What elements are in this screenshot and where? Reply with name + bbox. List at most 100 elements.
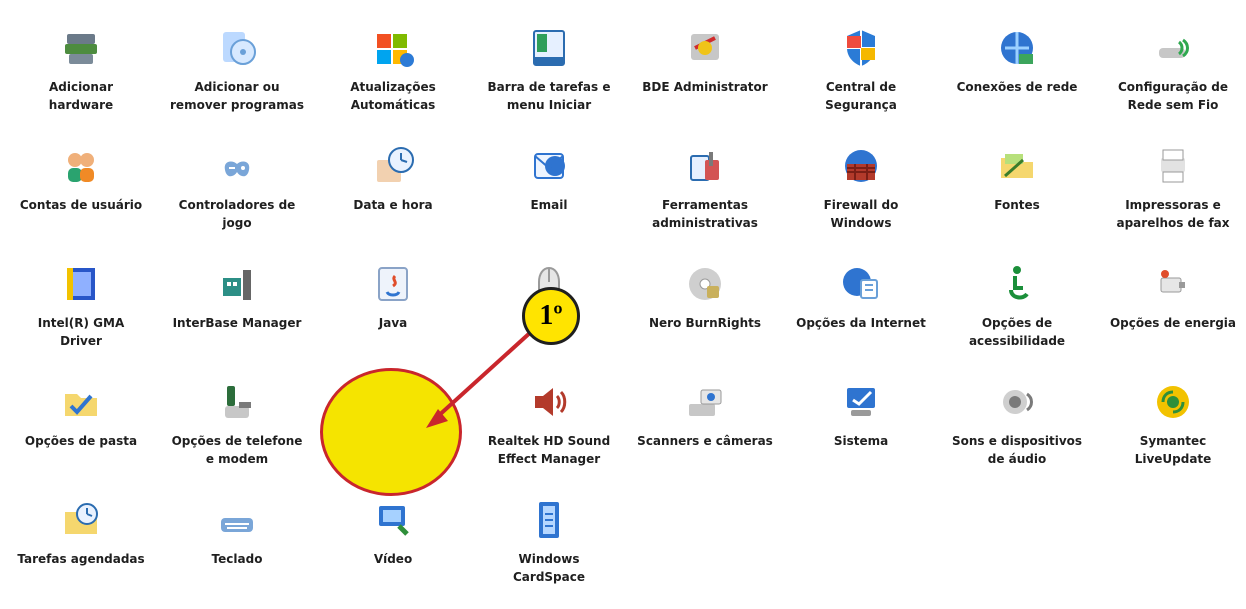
control-panel-item-label: Adicionar ou remover programas	[170, 80, 304, 112]
control-panel-item-label: Opções de pasta	[24, 434, 138, 448]
video-icon	[369, 496, 417, 544]
control-panel-item[interactable]: Central de Segurança	[786, 10, 936, 128]
control-panel-item[interactable]: Symantec LiveUpdate	[1098, 364, 1246, 482]
control-panel-item[interactable]: Scanners e câmeras	[630, 364, 780, 482]
control-panel-item[interactable]: Barra de tarefas e menu Iniciar	[474, 10, 624, 128]
fonts-folder-icon	[993, 142, 1041, 190]
control-panel-item[interactable]: Firewall do Windows	[786, 128, 936, 246]
control-panel-item[interactable]: Email	[474, 128, 624, 246]
accessibility-icon	[993, 260, 1041, 308]
control-panel-item-label: Sistema	[833, 434, 889, 448]
control-panel-item-label: Opções de telefone e modem	[171, 434, 303, 466]
control-panel-item[interactable]: Sons e dispositivos de áudio	[942, 364, 1092, 482]
control-panel-item-label: Realtek HD Sound Effect Manager	[487, 434, 611, 466]
control-panel-item[interactable]: Java	[318, 246, 468, 364]
sound-icon	[993, 378, 1041, 426]
phone-modem-icon	[213, 378, 261, 426]
control-panel-item-label: Fontes	[994, 198, 1040, 212]
control-panel-item[interactable]: BDE Administrator	[630, 10, 780, 128]
taskbar-icon	[525, 24, 573, 72]
cardspace-icon	[525, 496, 573, 544]
control-panel-item-label: Vídeo	[373, 552, 413, 566]
control-panel-item[interactable]: Controladores de jogo	[162, 128, 312, 246]
system-icon	[837, 378, 885, 426]
control-panel-item[interactable]: Sistema	[786, 364, 936, 482]
control-panel-item-label: BDE Administrator	[642, 80, 768, 94]
control-panel-item-label: Opções de energia	[1109, 316, 1237, 330]
admin-tools-icon	[681, 142, 729, 190]
wireless-icon	[1149, 24, 1197, 72]
nero-disc-icon	[681, 260, 729, 308]
network-globe-icon	[993, 24, 1041, 72]
control-panel-item-label: Atualizações Automáticas	[350, 80, 436, 112]
keyboard-icon	[213, 496, 261, 544]
control-panel-item[interactable]: Opções de telefone e modem	[162, 364, 312, 482]
intel-gma-icon	[57, 260, 105, 308]
control-panel-item-label: Java	[378, 316, 408, 330]
control-panel-item-label: Email	[530, 198, 568, 212]
control-panel-item-label: Tarefas agendadas	[17, 552, 145, 566]
control-panel-item[interactable]: Windows CardSpace	[474, 482, 624, 600]
step-badge: 1º	[522, 287, 580, 345]
scheduled-tasks-icon	[57, 496, 105, 544]
control-panel-item[interactable]: Opções da Internet	[786, 246, 936, 364]
control-panel-item[interactable]: Contas de usuário	[6, 128, 156, 246]
control-panel-item[interactable]: Teclado	[162, 482, 312, 600]
security-shield-icon	[837, 24, 885, 72]
speaker-icon	[525, 378, 573, 426]
control-panel-item[interactable]: Data e hora	[318, 128, 468, 246]
control-panel-item[interactable]: Tarefas agendadas	[6, 482, 156, 600]
email-icon	[525, 142, 573, 190]
control-panel-item-label: Conexões de rede	[956, 80, 1078, 94]
control-panel-item-label: Contas de usuário	[19, 198, 143, 212]
step-badge-text: 1º	[539, 300, 563, 331]
control-panel-item-label: Sons e dispositivos de áudio	[951, 434, 1083, 466]
users-icon	[57, 142, 105, 190]
control-panel-item-label: Intel(R) GMA Driver	[37, 316, 125, 348]
scanner-camera-icon	[681, 378, 729, 426]
control-panel-item[interactable]: Opções de acessibilidade	[942, 246, 1092, 364]
control-panel-item-label: Opções da Internet	[796, 316, 926, 330]
control-panel-item[interactable]: Adicionar ou remover programas	[162, 10, 312, 128]
printer-icon	[1149, 142, 1197, 190]
windows-update-icon	[369, 24, 417, 72]
control-panel-item-label: Windows CardSpace	[513, 552, 585, 584]
control-panel-item[interactable]: Intel(R) GMA Driver	[6, 246, 156, 364]
control-panel-item[interactable]: Nero BurnRights	[630, 246, 780, 364]
control-panel-item-label: Central de Segurança	[825, 80, 897, 112]
control-panel-item[interactable]: Configuração de Rede sem Fio	[1098, 10, 1246, 128]
highlight-ellipse	[320, 368, 462, 496]
control-panel-item[interactable]: Impressoras e aparelhos de fax	[1098, 128, 1246, 246]
control-panel-item-label: Symantec LiveUpdate	[1134, 434, 1212, 466]
folder-options-icon	[57, 378, 105, 426]
clock-calendar-icon	[369, 142, 417, 190]
control-panel-item[interactable]: Opções de energia	[1098, 246, 1246, 364]
control-panel-item[interactable]: Ferramentas administrativas	[630, 128, 780, 246]
liveupdate-icon	[1149, 378, 1197, 426]
gamepad-icon	[213, 142, 261, 190]
power-icon	[1149, 260, 1197, 308]
control-panel-item-label: Nero BurnRights	[648, 316, 762, 330]
control-panel-item-label: Configuração de Rede sem Fio	[1118, 80, 1228, 112]
control-panel-item[interactable]: Adicionar hardware	[6, 10, 156, 128]
control-panel-item[interactable]: Realtek HD Sound Effect Manager	[474, 364, 624, 482]
control-panel-item-label: Barra de tarefas e menu Iniciar	[487, 80, 611, 112]
control-panel-item-label: Adicionar hardware	[48, 80, 114, 112]
control-panel-item-label: Ferramentas administrativas	[652, 198, 758, 230]
control-panel-item-label: Data e hora	[353, 198, 433, 212]
control-panel-item-label: Impressoras e aparelhos de fax	[1116, 198, 1230, 230]
control-panel-item-label: Controladores de jogo	[178, 198, 296, 230]
bde-icon	[681, 24, 729, 72]
control-panel-item[interactable]: Fontes	[942, 128, 1092, 246]
control-panel-item[interactable]: Conexões de rede	[942, 10, 1092, 128]
control-panel-grid: Adicionar hardware Adicionar ou remover p…	[0, 0, 1246, 609]
control-panel-item[interactable]: InterBase Manager	[162, 246, 312, 364]
hardware-icon	[57, 24, 105, 72]
control-panel-item[interactable]: Atualizações Automáticas	[318, 10, 468, 128]
firewall-icon	[837, 142, 885, 190]
control-panel-item-label: Scanners e câmeras	[637, 434, 773, 448]
control-panel-item[interactable]: Vídeo	[318, 482, 468, 600]
control-panel-item[interactable]: Opções de pasta	[6, 364, 156, 482]
internet-options-icon	[837, 260, 885, 308]
programs-icon	[213, 24, 261, 72]
